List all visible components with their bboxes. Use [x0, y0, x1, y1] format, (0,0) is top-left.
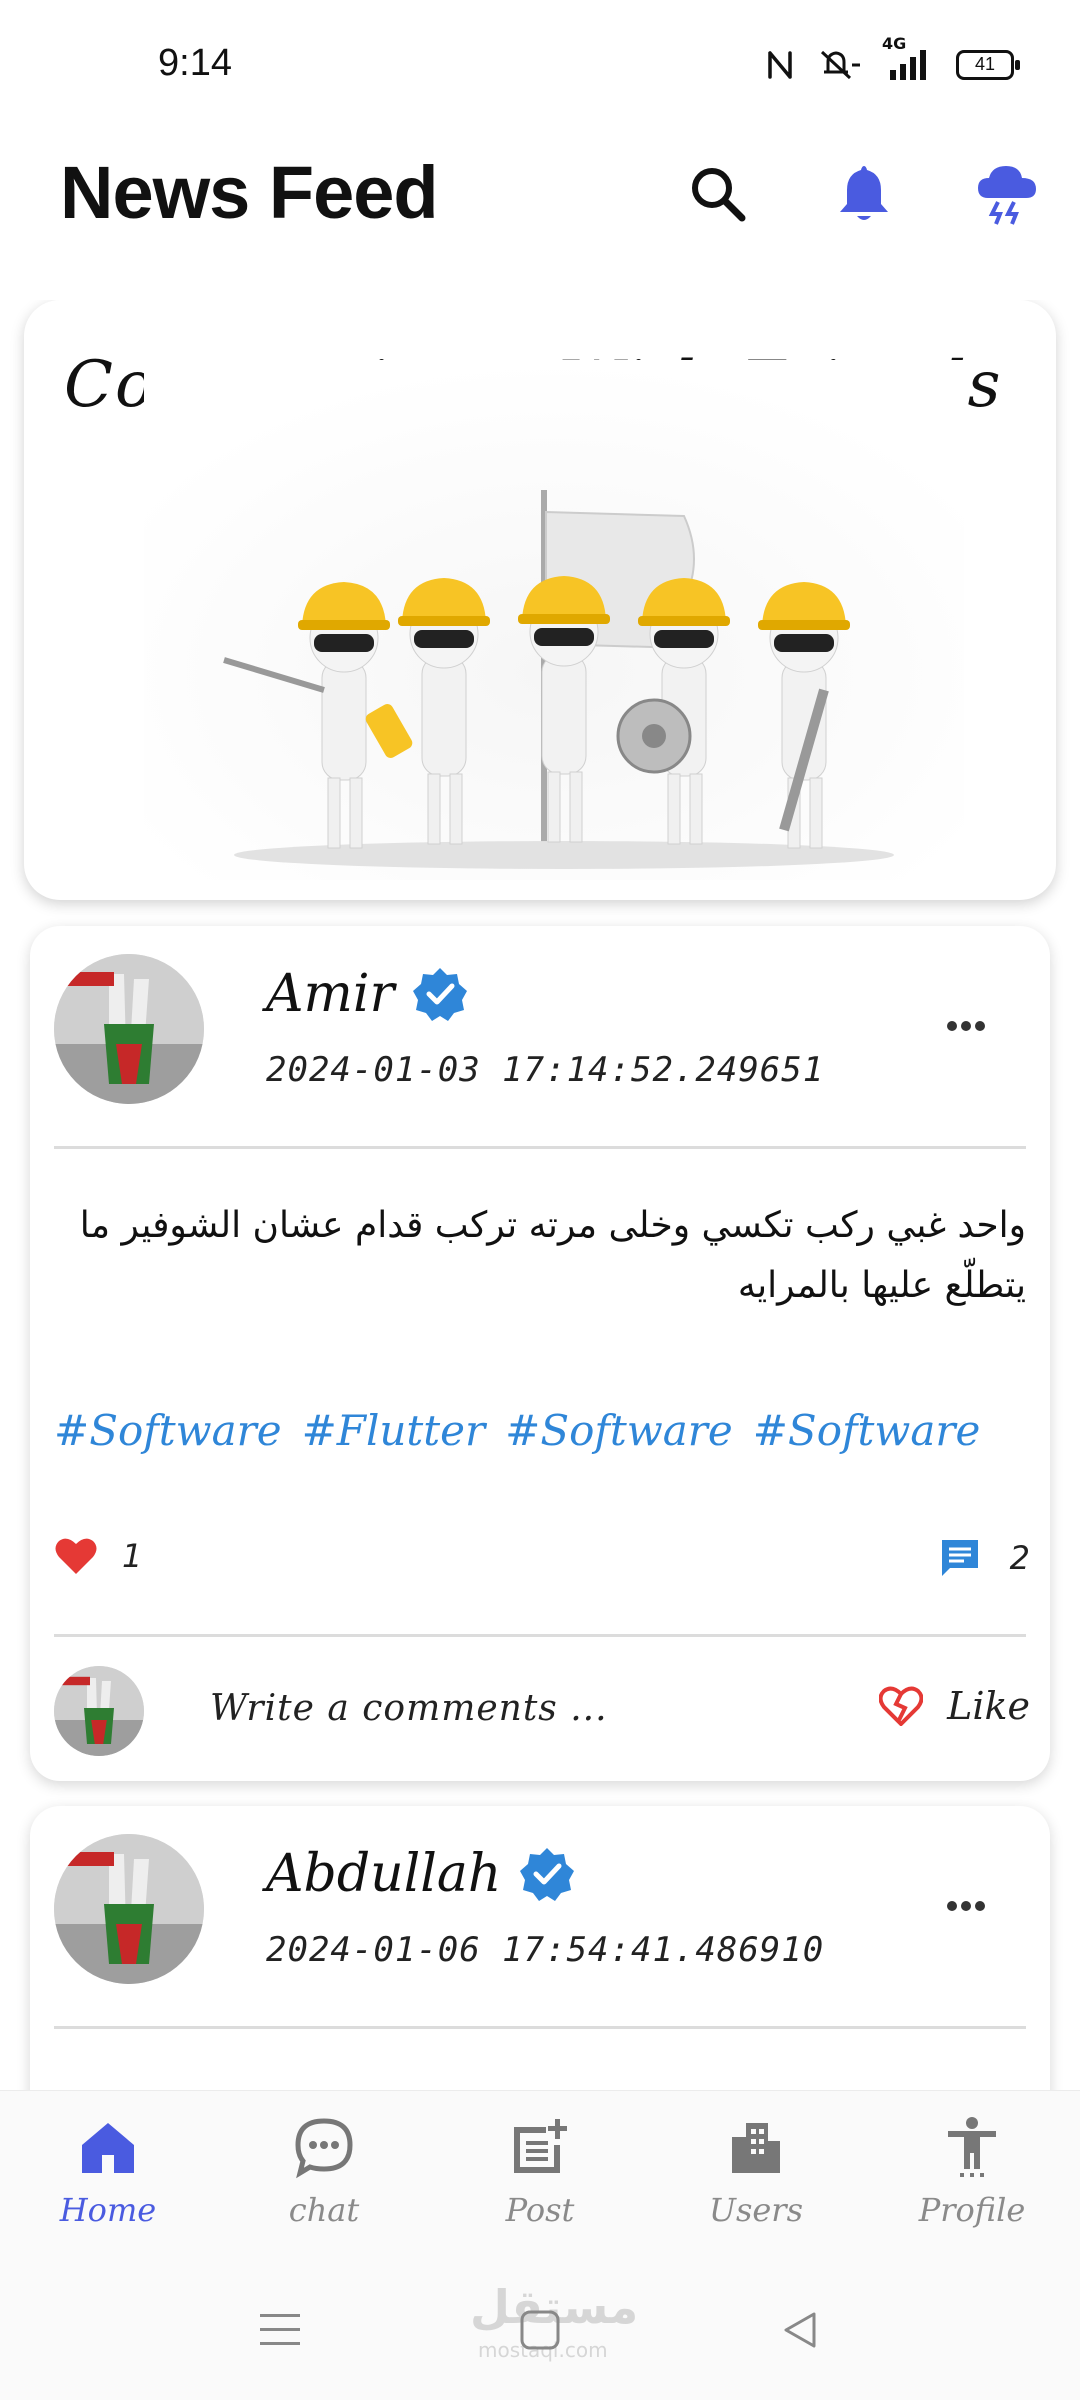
network-type: 4G [882, 34, 907, 53]
more-options-icon[interactable] [936, 1006, 996, 1046]
nav-label: chat [288, 2191, 360, 2229]
search-icon[interactable] [680, 156, 756, 232]
page-title: News Feed [60, 151, 439, 234]
nav-label: Users [708, 2191, 804, 2229]
battery-level: 41 [974, 54, 996, 74]
back-icon[interactable] [770, 2300, 830, 2360]
hashtag[interactable]: #Software [753, 1406, 981, 1455]
likes-count-button[interactable]: 1 [54, 1536, 142, 1576]
workers-illustration [144, 360, 964, 880]
status-time: 9:14 [158, 42, 232, 84]
divider [54, 2026, 1026, 2029]
menu-icon[interactable] [250, 2300, 310, 2360]
more-options-icon[interactable] [936, 1886, 996, 1926]
chat-icon [295, 2118, 353, 2179]
post-author[interactable]: Abdullah [266, 1844, 575, 1904]
verified-badge-icon [520, 1848, 575, 1901]
person-icon [948, 2117, 996, 2177]
app-bar: News Feed [0, 140, 1080, 250]
comments-count: 2 [1009, 1539, 1030, 1577]
author-name[interactable]: Abdullah [266, 1844, 501, 1904]
heart-icon [55, 1538, 97, 1574]
comment-avatar [54, 1666, 144, 1756]
likes-count: 1 [122, 1537, 143, 1575]
hashtag[interactable]: #Software [54, 1406, 282, 1455]
divider [54, 1146, 1026, 1149]
author-name[interactable]: Amir [266, 964, 394, 1024]
divider [54, 1634, 1026, 1637]
comment-input[interactable]: Write a comments ... [210, 1688, 608, 1729]
nav-users[interactable]: Users [648, 2091, 864, 2260]
status-bar: 9:14 4G 41 [0, 0, 1080, 130]
post-author[interactable]: Amir [266, 964, 468, 1024]
status-icons: 4G 41 [766, 34, 1020, 82]
battery-icon: 41 [956, 50, 1020, 80]
post-add-icon [514, 2119, 567, 2173]
building-icon [732, 2123, 780, 2173]
nav-label: Profile [918, 2191, 1026, 2229]
nav-label: Post [505, 2191, 575, 2229]
signal-icon: 4G [882, 34, 932, 82]
mute-icon [818, 48, 862, 82]
post-timestamp: 2024-01-06 17:54:41.486910 [266, 1930, 825, 1970]
nfc-icon [766, 49, 794, 81]
avatar[interactable] [54, 954, 204, 1104]
nav-post[interactable]: Post [432, 2091, 648, 2260]
system-navigation-bar: مستقل mostaql.com [0, 2260, 1080, 2400]
avatar[interactable] [54, 1834, 204, 1984]
bottom-navigation: Home chat Post Users Profile [0, 2090, 1080, 2260]
post-timestamp: 2024-01-03 17:14:52.249651 [266, 1050, 825, 1090]
home-icon [82, 2123, 134, 2173]
home-square-icon[interactable] [510, 2300, 570, 2360]
nav-label: Home [59, 2191, 157, 2229]
broken-heart-icon [879, 1686, 924, 1726]
comments-count-button[interactable]: 2 [938, 1536, 1030, 1580]
like-label: Like [947, 1684, 1030, 1728]
bell-icon[interactable] [826, 156, 902, 232]
hashtag[interactable]: #Software [505, 1406, 733, 1455]
post-card: Amir 2024-01-03 17:14:52.249651 واحد غبي… [30, 926, 1050, 1781]
nav-profile[interactable]: Profile [864, 2091, 1080, 2260]
like-button[interactable]: Like [879, 1684, 1030, 1728]
post-text: واحد غبي ركب تكسي وخلى مرته تركب قدام عش… [79, 1205, 1026, 1306]
verified-badge-icon [413, 968, 468, 1021]
comment-icon [941, 1540, 978, 1576]
nav-chat[interactable]: chat [216, 2091, 432, 2260]
nav-home[interactable]: Home [0, 2091, 216, 2260]
news-feed[interactable]: Communicate With Friends [0, 300, 1080, 2090]
hashtags: #Software #Flutter #Software #Software [54, 1406, 980, 1455]
post-card: Abdullah 2024-01-06 17:54:41.486910 [30, 1806, 1050, 2090]
weather-storm-icon[interactable] [970, 156, 1046, 232]
banner-card: Communicate With Friends [24, 300, 1056, 900]
hashtag[interactable]: #Flutter [302, 1406, 486, 1455]
